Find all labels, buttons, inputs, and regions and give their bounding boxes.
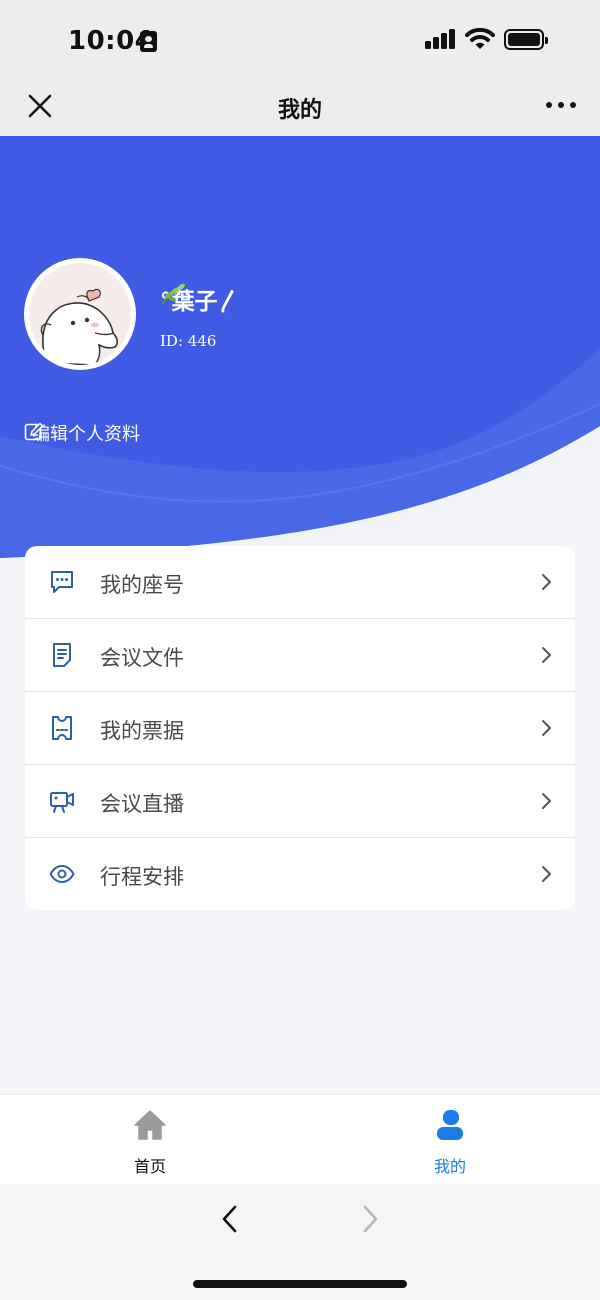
browser-nav-bar (0, 1184, 600, 1300)
tab-home[interactable]: 首页 (0, 1095, 300, 1185)
page-title: 我的 (277, 98, 322, 123)
ticket-icon (52, 716, 72, 740)
chevron-right-icon (542, 793, 551, 809)
menu-item-label: 会议直播 (100, 792, 184, 816)
cellular-signal-icon (425, 29, 457, 49)
menu-item-label: 行程安排 (100, 865, 184, 889)
menu-item-meeting-files[interactable]: 会议文件 (25, 619, 575, 692)
tab-mine-label: 我的 (433, 1157, 466, 1176)
nav-bar: 我的 (0, 80, 600, 136)
user-id: ID: 446 (160, 332, 217, 350)
document-icon (53, 643, 71, 667)
leaf-icon (161, 283, 187, 305)
back-arrow-icon[interactable] (218, 1204, 242, 1234)
home-icon (134, 1110, 166, 1140)
wifi-icon (465, 27, 495, 49)
menu-item-my-seat[interactable]: 我的座号 (25, 546, 575, 619)
battery-icon (504, 29, 548, 50)
menu-item-label: 我的座号 (100, 573, 184, 597)
more-options-icon[interactable] (544, 102, 578, 112)
status-bar: 10:04 (0, 0, 600, 80)
home-indicator (193, 1280, 407, 1288)
edit-profile-label: 编辑个人资料 (32, 424, 140, 445)
chevron-right-icon (542, 647, 551, 663)
edit-profile-link[interactable]: 编辑个人资料 (24, 422, 140, 445)
video-camera-icon (50, 792, 74, 813)
avatar[interactable] (24, 258, 136, 370)
forward-arrow-icon[interactable] (358, 1204, 382, 1234)
chat-bubble-icon (51, 571, 73, 593)
menu-item-label: 会议文件 (100, 646, 184, 670)
profile-header: °葉子〳 ID: 446 编辑个人资料 (0, 136, 600, 566)
username: °葉子〳 (160, 282, 241, 316)
menu-item-live-stream[interactable]: 会议直播 (25, 765, 575, 838)
menu-item-itinerary[interactable]: 行程安排 (25, 838, 575, 910)
avatar-image (40, 288, 118, 365)
edit-icon (24, 422, 44, 441)
menu-item-my-tickets[interactable]: 我的票据 (25, 692, 575, 765)
chevron-right-icon (542, 866, 551, 882)
tab-home-label: 首页 (133, 1157, 166, 1176)
tab-bar: 首页 我的 (0, 1094, 600, 1184)
contact-card-icon (140, 31, 157, 52)
menu-list: 我的座号 会议文件 我的票据 会议直播 行程安排 (25, 546, 575, 910)
eye-icon (49, 865, 75, 883)
menu-item-label: 我的票据 (100, 719, 184, 743)
tab-mine[interactable]: 我的 (300, 1095, 600, 1185)
user-icon (437, 1110, 463, 1140)
chevron-right-icon (542, 720, 551, 736)
chevron-right-icon (542, 574, 551, 590)
